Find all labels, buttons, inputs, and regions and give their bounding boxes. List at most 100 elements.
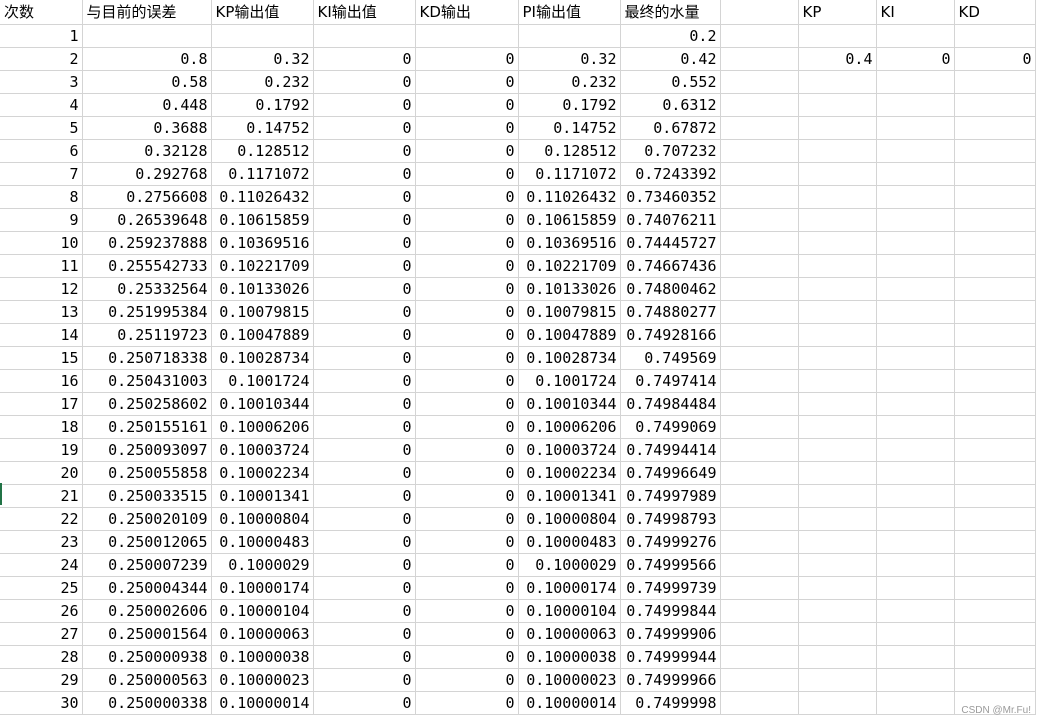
table-cell[interactable]: [798, 415, 877, 439]
table-cell[interactable]: [798, 622, 877, 646]
table-cell[interactable]: [954, 323, 1036, 347]
table-cell[interactable]: 0: [313, 93, 416, 117]
table-cell[interactable]: [876, 691, 955, 715]
table-cell[interactable]: 0.250155161: [82, 415, 212, 439]
table-cell[interactable]: 0.32: [518, 47, 621, 71]
table-cell[interactable]: [720, 507, 799, 531]
table-cell[interactable]: 0: [313, 622, 416, 646]
table-cell[interactable]: [720, 93, 799, 117]
table-cell[interactable]: 0.74076211: [620, 208, 721, 232]
header-cell[interactable]: KI: [876, 0, 955, 25]
table-cell[interactable]: 0: [313, 323, 416, 347]
table-cell[interactable]: [798, 70, 877, 94]
table-cell[interactable]: 0.10615859: [211, 208, 314, 232]
table-cell[interactable]: 24: [0, 553, 83, 577]
table-cell[interactable]: 13: [0, 300, 83, 324]
table-cell[interactable]: [798, 139, 877, 163]
table-cell[interactable]: [876, 323, 955, 347]
table-cell[interactable]: 29: [0, 668, 83, 692]
table-cell[interactable]: 0: [313, 645, 416, 669]
table-cell[interactable]: 0.4: [798, 47, 877, 71]
table-cell[interactable]: 0.74880277: [620, 300, 721, 324]
table-cell[interactable]: [720, 645, 799, 669]
table-cell[interactable]: [954, 346, 1036, 370]
table-cell[interactable]: 0: [415, 323, 519, 347]
table-cell[interactable]: 0.10006206: [518, 415, 621, 439]
table-cell[interactable]: 0: [415, 231, 519, 255]
table-cell[interactable]: 0.74800462: [620, 277, 721, 301]
table-cell[interactable]: 0.7243392: [620, 162, 721, 186]
table-cell[interactable]: 0.10002234: [518, 461, 621, 485]
table-cell[interactable]: 0.11026432: [211, 185, 314, 209]
table-cell[interactable]: [876, 507, 955, 531]
table-cell[interactable]: [876, 231, 955, 255]
table-cell[interactable]: 0: [313, 599, 416, 623]
header-cell[interactable]: 与目前的误差: [82, 0, 212, 25]
table-cell[interactable]: [720, 254, 799, 278]
table-cell[interactable]: [720, 24, 799, 48]
table-cell[interactable]: [954, 208, 1036, 232]
table-cell[interactable]: [798, 576, 877, 600]
table-cell[interactable]: 0: [313, 47, 416, 71]
table-cell[interactable]: 0.232: [211, 70, 314, 94]
table-cell[interactable]: [954, 415, 1036, 439]
table-cell[interactable]: [876, 208, 955, 232]
table-cell[interactable]: [954, 668, 1036, 692]
table-cell[interactable]: [876, 461, 955, 485]
table-cell[interactable]: 0: [313, 185, 416, 209]
table-cell[interactable]: 26: [0, 599, 83, 623]
table-cell[interactable]: [720, 622, 799, 646]
table-cell[interactable]: 7: [0, 162, 83, 186]
table-cell[interactable]: [720, 369, 799, 393]
table-cell[interactable]: 4: [0, 93, 83, 117]
table-cell[interactable]: 0.25119723: [82, 323, 212, 347]
table-cell[interactable]: 0.32: [211, 47, 314, 71]
table-cell[interactable]: 0: [313, 415, 416, 439]
table-cell[interactable]: 12: [0, 277, 83, 301]
header-cell[interactable]: KP: [798, 0, 877, 25]
table-cell[interactable]: 0.10047889: [518, 323, 621, 347]
table-cell[interactable]: 0.10000804: [518, 507, 621, 531]
table-cell[interactable]: [798, 24, 877, 48]
table-cell[interactable]: [954, 70, 1036, 94]
table-cell[interactable]: 0: [313, 116, 416, 140]
table-cell[interactable]: 0: [415, 369, 519, 393]
table-cell[interactable]: [798, 507, 877, 531]
table-cell[interactable]: 0.10003724: [211, 438, 314, 462]
table-cell[interactable]: 0.74997989: [620, 484, 721, 508]
table-cell[interactable]: [720, 323, 799, 347]
table-cell[interactable]: 0.74999906: [620, 622, 721, 646]
table-cell[interactable]: 0.74667436: [620, 254, 721, 278]
table-cell[interactable]: 0.10028734: [211, 346, 314, 370]
table-cell[interactable]: [876, 553, 955, 577]
table-cell[interactable]: [720, 70, 799, 94]
table-cell[interactable]: [954, 599, 1036, 623]
table-cell[interactable]: 23: [0, 530, 83, 554]
table-cell[interactable]: [720, 47, 799, 71]
header-cell[interactable]: [720, 0, 799, 25]
table-cell[interactable]: 0.2756608: [82, 185, 212, 209]
table-cell[interactable]: [798, 530, 877, 554]
table-cell[interactable]: 0: [313, 576, 416, 600]
table-cell[interactable]: 0.10000023: [518, 668, 621, 692]
table-cell[interactable]: [876, 162, 955, 186]
table-cell[interactable]: 0.250012065: [82, 530, 212, 554]
table-cell[interactable]: 0: [415, 70, 519, 94]
table-cell[interactable]: 0: [415, 185, 519, 209]
table-cell[interactable]: 0.250020109: [82, 507, 212, 531]
table-cell[interactable]: 0: [313, 484, 416, 508]
table-cell[interactable]: [954, 162, 1036, 186]
table-cell[interactable]: 0.250093097: [82, 438, 212, 462]
table-cell[interactable]: [798, 553, 877, 577]
table-cell[interactable]: 0.10000174: [518, 576, 621, 600]
table-cell[interactable]: 8: [0, 185, 83, 209]
table-cell[interactable]: 5: [0, 116, 83, 140]
table-cell[interactable]: 10: [0, 231, 83, 255]
table-cell[interactable]: 0.74999739: [620, 576, 721, 600]
table-cell[interactable]: [876, 530, 955, 554]
table-cell[interactable]: [720, 392, 799, 416]
table-cell[interactable]: [720, 185, 799, 209]
table-cell[interactable]: 28: [0, 645, 83, 669]
table-cell[interactable]: [954, 530, 1036, 554]
table-cell[interactable]: [798, 599, 877, 623]
